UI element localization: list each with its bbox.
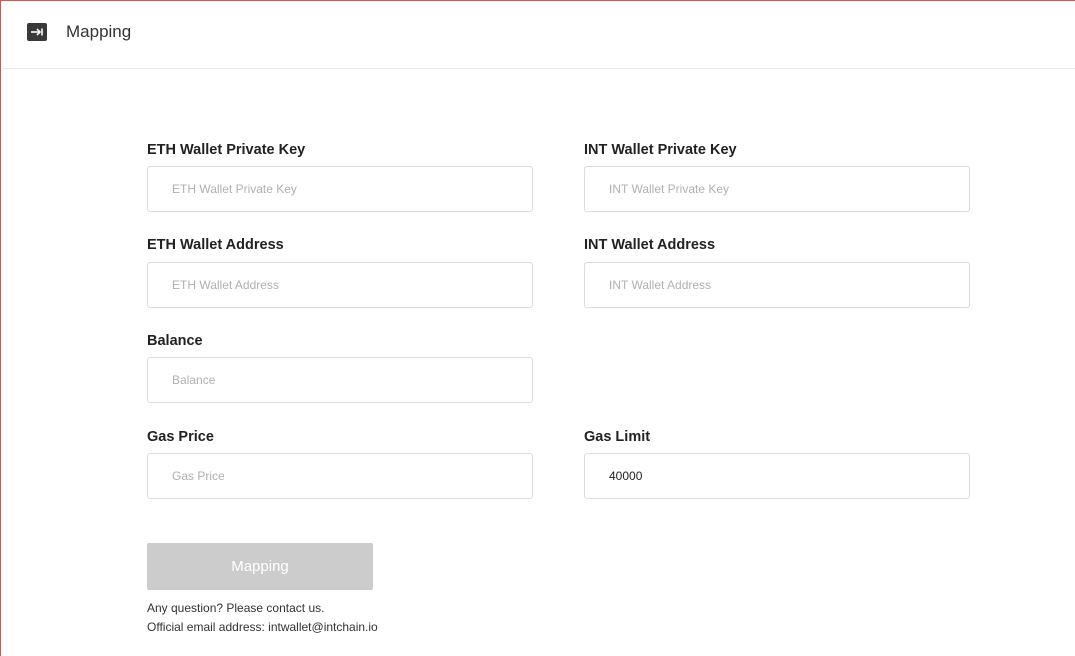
gas-price-input[interactable] <box>147 453 533 499</box>
gas-limit-label: Gas Limit <box>584 429 651 445</box>
eth-address-label: ETH Wallet Address <box>147 237 284 253</box>
app-frame: Mapping ETH Wallet Private Key INT Walle… <box>0 0 1075 656</box>
balance-label: Balance <box>147 333 203 349</box>
email-text: Official email address: intwallet@intcha… <box>147 620 378 634</box>
eth-private-key-label: ETH Wallet Private Key <box>147 142 306 158</box>
int-address-input[interactable] <box>584 262 970 308</box>
int-address-label: INT Wallet Address <box>584 237 716 253</box>
eth-private-key-input[interactable] <box>147 166 533 212</box>
balance-input[interactable] <box>147 357 533 403</box>
page-title: Mapping <box>66 22 132 41</box>
page-header: Mapping <box>2 2 1075 69</box>
int-private-key-input[interactable] <box>584 166 970 212</box>
mapping-arrow-icon <box>27 23 47 41</box>
contact-text: Any question? Please contact us. <box>147 601 325 615</box>
gas-limit-input[interactable] <box>584 453 970 499</box>
mapping-submit-button[interactable]: Mapping <box>147 543 373 590</box>
eth-address-input[interactable] <box>147 262 533 308</box>
int-private-key-label: INT Wallet Private Key <box>584 142 737 158</box>
gas-price-label: Gas Price <box>147 429 214 445</box>
